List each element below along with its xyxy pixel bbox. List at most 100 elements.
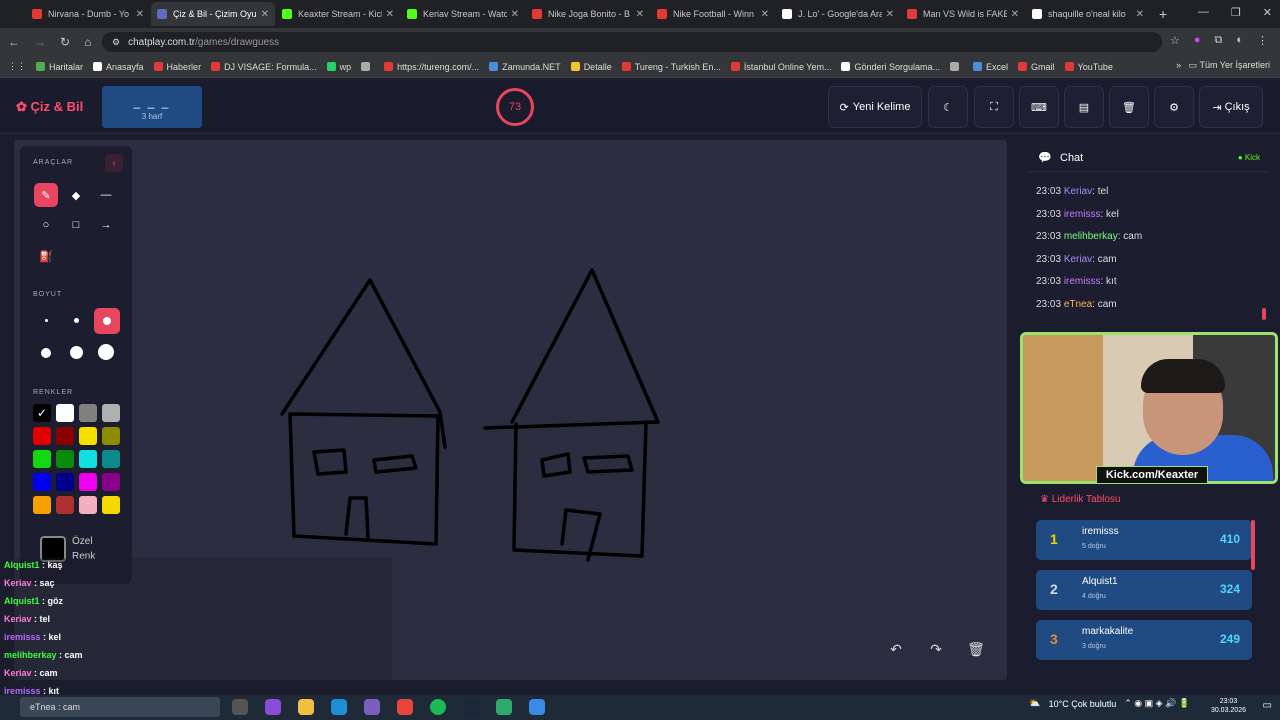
color-swatch[interactable] [33, 496, 51, 514]
reload-icon[interactable]: ↻ [60, 35, 70, 49]
close-tab-icon[interactable]: ✕ [136, 9, 144, 20]
color-swatch[interactable] [56, 450, 74, 468]
pencil-tool[interactable]: ✎ [34, 183, 58, 207]
rectangle-tool[interactable]: □ [64, 213, 88, 237]
game-app-icon[interactable] [496, 699, 512, 715]
close-tab-icon[interactable]: ✕ [386, 9, 394, 20]
keyboard-button[interactable]: ⌨ [1019, 86, 1059, 128]
color-swatch[interactable] [33, 427, 51, 445]
bookmark-item[interactable]: Gönderi Sorgulama... [841, 62, 940, 72]
bookmark-item[interactable]: Gmail [1018, 62, 1055, 72]
new-word-button[interactable]: ⟳ Yeni Kelime [828, 86, 922, 128]
settings-button[interactable]: ⚙ [1154, 86, 1194, 128]
close-tab-icon[interactable]: ✕ [261, 9, 269, 20]
browser-tab[interactable]: J. Lo' - Google'da Ara ✕ [776, 2, 900, 26]
size-5[interactable] [70, 346, 83, 359]
forward-icon[interactable]: → [34, 35, 46, 49]
photos-icon[interactable] [529, 699, 545, 715]
redo-button[interactable]: ↷ [923, 636, 949, 662]
color-swatch[interactable] [56, 496, 74, 514]
bookmark-item[interactable]: İstanbul Online Yem... [730, 62, 831, 72]
size-4[interactable] [41, 348, 51, 358]
game-logo[interactable]: ✿ Çiz & Bil [16, 99, 83, 115]
size-1[interactable] [45, 319, 48, 322]
close-tab-icon[interactable]: ✕ [636, 9, 644, 20]
browser-tab[interactable]: Keaxter Stream - Kick ✕ [276, 2, 400, 26]
menu-icon[interactable]: ⋮ [1257, 34, 1268, 47]
bookmark-item[interactable]: DJ VISAGE: Formula... [211, 62, 317, 72]
maximize-icon[interactable]: ❐ [1231, 6, 1241, 19]
size-2[interactable] [74, 318, 79, 323]
leaderboard-scrollbar[interactable] [1251, 520, 1255, 570]
color-swatch[interactable] [79, 473, 97, 491]
color-swatch[interactable] [79, 427, 97, 445]
size-3[interactable] [94, 308, 120, 334]
close-tab-icon[interactable]: ✕ [886, 9, 894, 20]
bookmark-item[interactable] [950, 62, 963, 71]
all-bookmarks[interactable]: » ▭ Tüm Yer İşaretleri [1176, 60, 1270, 71]
bookmark-item[interactable]: Haberler [153, 62, 201, 72]
browser-tab[interactable]: Keriav Stream - Watc ✕ [401, 2, 525, 26]
color-swatch[interactable] [79, 496, 97, 514]
clear-canvas-button[interactable]: 🗑 [963, 636, 989, 662]
file-explorer-icon[interactable] [298, 699, 314, 715]
chat-scrollbar[interactable] [1262, 308, 1266, 320]
line-tool[interactable]: — [94, 183, 118, 207]
chrome-icon[interactable] [397, 699, 413, 715]
browser-tab[interactable]: shaquille o'neal kilo ✕ [1026, 2, 1150, 26]
circle-tool[interactable]: ○ [34, 213, 58, 237]
edge-icon[interactable] [331, 699, 347, 715]
close-tab-icon[interactable]: ✕ [761, 9, 769, 20]
dark-mode-button[interactable]: ☾ [928, 86, 968, 128]
bookmark-item[interactable]: Haritalar [36, 62, 83, 72]
taskbar-clock[interactable]: 23:03 30.03.2026 [1211, 697, 1246, 715]
bookmark-item[interactable]: Zamunda.NET [489, 62, 561, 72]
bookmark-item[interactable]: Tureng - Turkish En... [621, 62, 721, 72]
color-swatch[interactable] [56, 404, 74, 422]
bookmark-item[interactable]: YouTube [1064, 62, 1113, 72]
browser-tab[interactable]: Çiz & Bil - Çizim Oyu ✕ [151, 2, 275, 26]
bookmark-item[interactable]: Excel [973, 62, 1008, 72]
color-swatch[interactable] [79, 450, 97, 468]
color-swatch[interactable] [56, 427, 74, 445]
size-6[interactable] [98, 344, 114, 360]
fill-tool[interactable]: ⛽ [34, 244, 58, 268]
copilot-icon[interactable] [265, 699, 281, 715]
close-window-icon[interactable]: ✕ [1263, 6, 1272, 19]
extension-icon[interactable]: ● [1194, 34, 1201, 47]
app-icon[interactable] [364, 699, 380, 715]
puzzle-icon[interactable]: ⧉ [1214, 34, 1222, 47]
bookmark-item[interactable]: Anasayfa [93, 62, 144, 72]
collapse-panel-button[interactable]: ‹ [105, 154, 123, 172]
close-tab-icon[interactable]: ✕ [1011, 9, 1019, 20]
color-swatch[interactable] [102, 404, 120, 422]
apps-icon[interactable]: ⋮⋮ [8, 61, 26, 72]
bookmark-item[interactable]: wp [326, 62, 351, 72]
address-bar[interactable]: ⚙ chatplay.com.tr/games/drawguess [102, 32, 1162, 52]
color-swatch[interactable]: ✓ [33, 404, 51, 422]
undo-button[interactable]: ↶ [883, 636, 909, 662]
notification-icon[interactable]: ▭ [1263, 700, 1272, 711]
color-swatch[interactable] [102, 450, 120, 468]
arrow-tool[interactable]: → [94, 213, 118, 237]
color-swatch[interactable] [33, 450, 51, 468]
color-swatch[interactable] [33, 473, 51, 491]
star-icon[interactable]: ☆ [1170, 34, 1180, 47]
steam-icon[interactable] [463, 699, 479, 715]
bookmark-item[interactable]: https://tureng.com/... [384, 62, 479, 72]
profile-icon[interactable]: ◐ [1236, 34, 1243, 47]
spotify-icon[interactable] [430, 699, 446, 715]
color-swatch[interactable] [56, 473, 74, 491]
task-view-icon[interactable] [232, 699, 248, 715]
close-tab-icon[interactable]: ✕ [511, 9, 519, 20]
eraser-tool[interactable]: ◆ [64, 183, 88, 207]
tray-icons[interactable]: ⌃ ◉ ▣ ◈ 🔊 🔋 [1124, 698, 1190, 709]
browser-tab[interactable]: Nike Joga Bonito - B ✕ [526, 2, 650, 26]
bookmark-item[interactable]: Detalle [570, 62, 612, 72]
fullscreen-button[interactable]: ⛶ [974, 86, 1014, 128]
color-swatch[interactable] [79, 404, 97, 422]
site-info-icon[interactable]: ⚙ [112, 37, 120, 48]
browser-tab[interactable]: Nike Football - Winn ✕ [651, 2, 775, 26]
archive-button[interactable]: ▤ [1064, 86, 1104, 128]
browser-tab[interactable]: Man VS Wild is FAKE ✕ [901, 2, 1025, 26]
